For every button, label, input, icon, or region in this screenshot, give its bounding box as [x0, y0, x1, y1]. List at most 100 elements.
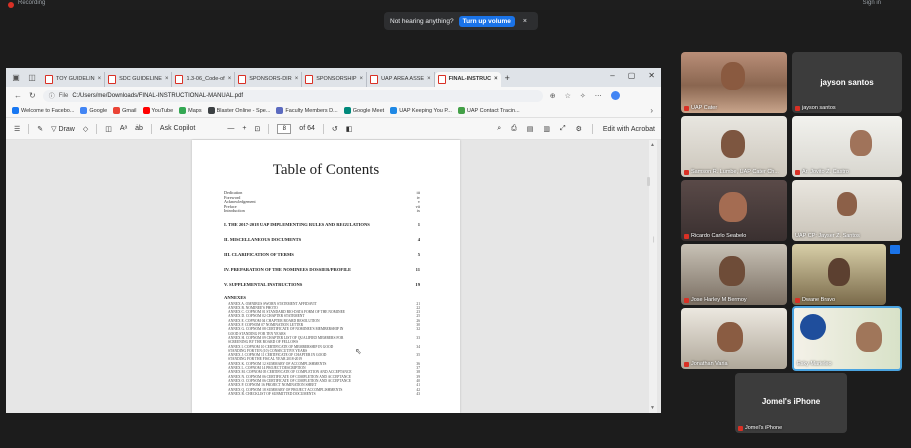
close-tab-icon[interactable]: ×	[98, 76, 102, 82]
page-number-input[interactable]: 8	[277, 123, 292, 134]
participant-tile-ricardo[interactable]: Ricardo Carlo Seabelo	[681, 180, 787, 241]
browser-tab[interactable]: TOY GUIDELIN ×	[42, 71, 106, 87]
close-tab-icon[interactable]: ×	[494, 76, 498, 82]
panel-scroll-handle[interactable]	[647, 177, 650, 186]
participant-tile-jonathan[interactable]: Jonathan Varia	[681, 308, 787, 369]
close-tab-icon[interactable]: ×	[295, 76, 299, 82]
browser-tab[interactable]: FINAL-INSTRUC ×	[434, 71, 501, 87]
participant-video	[717, 322, 743, 352]
save-as-icon[interactable]: ▥	[543, 125, 550, 133]
contents-icon[interactable]: ☰	[14, 125, 20, 133]
participant-tile-uap-cp-jayser[interactable]: UAP CP: Jayser Z. Santos	[792, 180, 902, 241]
collections-icon[interactable]: ✧	[580, 92, 586, 100]
participant-tile-dwane-bravo[interactable]: Dwane Bravo	[792, 244, 886, 305]
file-info-icon[interactable]: ⓘ	[49, 91, 55, 100]
close-tab-icon[interactable]: ×	[228, 76, 232, 82]
participant-tile-jose-harley[interactable]: Jose Harley M Bermoy	[681, 244, 787, 305]
rotate-icon[interactable]: ↺	[332, 125, 338, 133]
zoom-in-button[interactable]: +	[242, 125, 246, 132]
settings-gear-icon[interactable]: ⚙	[576, 125, 582, 133]
eraser-icon[interactable]: ◇	[83, 125, 88, 133]
zoom-out-button[interactable]: —	[227, 125, 234, 132]
bookmark-item[interactable]: Welcome to Facebo...	[12, 107, 74, 114]
bookmark-item[interactable]: UAP Keeping You P...	[390, 107, 452, 114]
window-controls: – ▢ ✕	[610, 71, 655, 80]
more-menu-icon[interactable]: ⋯	[595, 92, 602, 100]
scroll-down-icon[interactable]: ▼	[650, 405, 655, 411]
back-icon[interactable]: ←	[14, 91, 22, 100]
participant-name-text: Jose Harley M Bermoy	[691, 297, 747, 303]
page-total: of 64	[299, 125, 315, 132]
bookmark-item[interactable]: Blaster Online - Spe...	[207, 107, 271, 114]
pin-icon[interactable]	[890, 245, 900, 254]
bookmarks-overflow-icon[interactable]: ›	[650, 106, 653, 115]
bookmark-favicon-icon	[207, 107, 215, 114]
print-icon[interactable]: ⎙	[511, 125, 517, 133]
workspaces-icon[interactable]: ▣	[10, 72, 22, 84]
browser-tab[interactable]: SPONSORSHIP ×	[302, 71, 368, 87]
favorite-star-icon[interactable]: ☆	[565, 92, 571, 100]
bookmark-label: Gmail	[122, 107, 137, 114]
participant-name-text: UAP CP: Jayser Z. Santos	[795, 233, 860, 239]
toast-close-icon[interactable]: ×	[523, 18, 527, 25]
bookmark-item[interactable]: YouTube	[142, 107, 173, 114]
close-tab-icon[interactable]: ×	[165, 76, 169, 82]
participant-tile-uap-cater[interactable]: UAP Cater	[681, 52, 787, 113]
zoom-icon[interactable]: ⊕	[550, 92, 556, 100]
read-aloud-icon[interactable]: Aᵃ	[120, 125, 127, 132]
toolbar-divider	[150, 123, 152, 134]
bookmark-item[interactable]: Google	[80, 107, 107, 114]
refresh-icon[interactable]: ↻	[29, 91, 36, 100]
turn-up-volume-button[interactable]: Turn up volume	[458, 15, 515, 27]
search-icon[interactable]: ⌕	[497, 125, 501, 133]
bookmark-item[interactable]: Gmail	[113, 107, 137, 114]
close-tab-icon[interactable]: ×	[427, 76, 431, 82]
translate-icon[interactable]: ȧb	[135, 125, 143, 132]
minimize-button[interactable]: –	[610, 71, 614, 80]
toc-entry-page: 19	[415, 281, 420, 287]
bookmark-item[interactable]: Maps	[179, 107, 202, 114]
participant-tile-jovito-castro[interactable]: Ar. Jovito Z. Castro	[792, 116, 902, 177]
toc-entry-label: V. SUPPLEMENTAL INSTRUCTIONS	[224, 281, 303, 287]
participant-tile-jayson-santos[interactable]: jayson santos jayson santos	[792, 52, 902, 113]
copilot-icon[interactable]	[610, 91, 620, 100]
fullscreen-icon[interactable]: ⤢	[560, 125, 566, 133]
highlight-icon[interactable]: ✎	[37, 125, 43, 133]
toolbar-divider	[591, 124, 593, 134]
participant-tile-samson[interactable]: Samson R. Lumbe, UAP Cater Ch...	[681, 116, 787, 177]
address-input[interactable]: ⓘ File C:/Users/me/Downloads/FINAL-INSTR…	[42, 89, 543, 102]
close-tab-icon[interactable]: ×	[360, 76, 364, 82]
close-window-button[interactable]: ✕	[648, 71, 655, 80]
tab-label: UAP AREA ASSE	[381, 76, 425, 82]
participant-video	[837, 192, 857, 216]
participant-tile-jomels-iphone[interactable]: Jomel's iPhone Jomel's iPhone	[735, 373, 847, 433]
bookmark-label: Blaster Online - Spe...	[216, 107, 271, 114]
browser-tab[interactable]: UAP AREA ASSE ×	[367, 71, 435, 87]
two-page-icon[interactable]: ◧	[346, 125, 353, 133]
bookmark-item[interactable]: UAP Contact Tracin...	[457, 107, 520, 114]
pdf-scrollbar[interactable]: ▲ ▼	[649, 140, 657, 413]
browser-tab[interactable]: SDC GUIDELINE ×	[105, 71, 173, 87]
tab-actions-icon[interactable]: ◫	[26, 72, 38, 84]
toc-entry-label: III. CLARIFICATION OF TERMS	[224, 251, 294, 257]
draw-button[interactable]: ▽ Draw	[51, 125, 75, 133]
new-tab-button[interactable]: +	[505, 73, 510, 83]
pdf-viewer[interactable]: Table of Contents Dedication iii Foreword i…	[6, 140, 661, 413]
page-view-icon[interactable]: ◫	[105, 125, 112, 133]
participant-tile-esky[interactable]: Esky Marieleo	[792, 306, 902, 371]
scroll-up-icon[interactable]: ▲	[650, 142, 655, 148]
edit-with-acrobat-button[interactable]: Edit with Acrobat	[603, 126, 655, 133]
fit-page-icon[interactable]: ⊡	[254, 125, 260, 133]
browser-tab[interactable]: 1.3-06_Code-of ×	[172, 71, 236, 87]
browser-tab[interactable]: SPONSORS-DIR ×	[235, 71, 303, 87]
panel-collapse-icon[interactable]: |	[653, 237, 655, 243]
pdf-toolbar-right: ⌕ ⎙ ▤ ▥ ⤢ ⚙ Edit with Acrobat	[497, 124, 655, 134]
maximize-button[interactable]: ▢	[628, 71, 636, 80]
ask-copilot-button[interactable]: Ask Copilot	[160, 125, 195, 132]
toc-entry-label: II. MISCELLANEOUS DOCUMENTS	[224, 236, 302, 242]
save-icon[interactable]: ▤	[527, 125, 534, 133]
sign-in-link[interactable]: Sign in	[863, 0, 881, 6]
bookmark-item[interactable]: Faculty Members D...	[276, 107, 338, 114]
bookmark-item[interactable]: Google Meet	[343, 107, 384, 114]
toc-entry-page: 5	[417, 251, 420, 257]
